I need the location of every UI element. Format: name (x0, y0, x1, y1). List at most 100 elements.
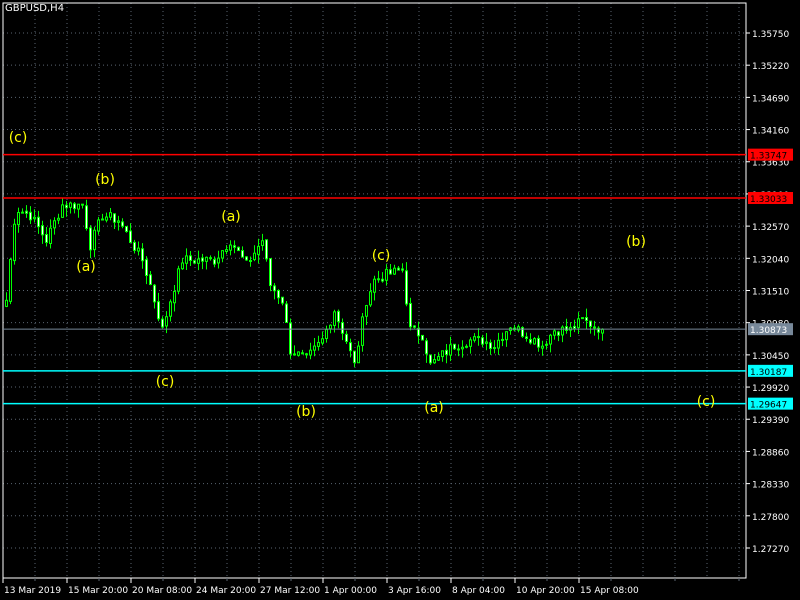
bull-candle (361, 316, 364, 346)
bull-candle (57, 217, 60, 221)
bull-candle (13, 223, 16, 262)
bear-candle (193, 260, 196, 264)
bull-candle (261, 240, 264, 247)
bear-candle (293, 353, 296, 356)
y-tick-label: 1.35220 (752, 62, 789, 72)
bull-candle (533, 338, 536, 345)
bull-candle (313, 345, 316, 351)
bull-candle (137, 247, 140, 252)
bear-candle (581, 317, 584, 320)
bull-candle (217, 257, 220, 264)
bear-candle (377, 278, 380, 281)
bear-candle (233, 245, 236, 248)
resistance-1-label: 1.33747 (750, 152, 787, 162)
chart-window[interactable]: 1.357501.352201.346901.341601.336301.331… (0, 0, 800, 600)
bear-candle (381, 278, 384, 282)
y-tick-label: 1.27270 (752, 545, 789, 555)
bear-candle (273, 285, 276, 292)
support-2-label: 1.29647 (750, 401, 787, 411)
bear-candle (189, 255, 192, 261)
bear-candle (149, 274, 152, 286)
bear-candle (289, 322, 292, 355)
bear-candle (425, 340, 428, 355)
bear-candle (465, 345, 468, 348)
bull-candle (325, 329, 328, 339)
bull-candle (309, 349, 312, 356)
bull-candle (169, 301, 172, 317)
bear-candle (429, 354, 432, 364)
bear-candle (81, 203, 84, 206)
bull-candle (117, 220, 120, 223)
bull-candle (553, 330, 556, 336)
bull-candle (21, 211, 24, 214)
bull-candle (321, 338, 324, 344)
bull-candle (33, 216, 36, 220)
bear-candle (129, 230, 132, 243)
bear-candle (413, 325, 416, 328)
bear-candle (73, 203, 76, 210)
y-tick-label: 1.29390 (752, 416, 789, 426)
bear-candle (489, 342, 492, 349)
x-tick-label: 13 Mar 2019 (4, 586, 61, 596)
y-tick-label: 1.30450 (752, 352, 789, 362)
bull-candle (197, 258, 200, 264)
bear-candle (41, 225, 44, 236)
bull-candle (357, 345, 360, 364)
bear-candle (161, 318, 164, 328)
bull-candle (257, 245, 260, 255)
bull-candle (549, 334, 552, 345)
wave-label: (c) (9, 130, 28, 146)
bull-candle (105, 216, 108, 221)
wave-label: (c) (372, 248, 391, 264)
bear-candle (37, 216, 40, 228)
bull-candle (545, 343, 548, 346)
bear-candle (445, 349, 448, 356)
x-tick-label: 1 Apr 00:00 (324, 586, 377, 596)
bear-candle (573, 325, 576, 330)
bear-candle (277, 290, 280, 299)
bull-candle (205, 256, 208, 262)
price-chart[interactable]: 1.357501.352201.346901.341601.336301.331… (0, 0, 800, 600)
bear-candle (281, 296, 284, 304)
bear-candle (45, 234, 48, 243)
bull-candle (229, 244, 232, 251)
x-tick-label: 3 Apr 16:00 (388, 586, 441, 596)
bull-candle (485, 341, 488, 344)
bear-candle (245, 256, 248, 261)
bull-candle (53, 220, 56, 229)
bull-candle (61, 204, 64, 218)
y-tick-label: 1.32570 (752, 223, 789, 233)
y-tick-label: 1.28330 (752, 481, 789, 491)
x-tick-label: 24 Mar 20:00 (196, 586, 256, 596)
bear-candle (125, 225, 128, 233)
wave-label: (b) (626, 234, 646, 250)
bull-candle (5, 299, 8, 307)
bull-candle (109, 212, 112, 218)
wave-label: (a) (424, 400, 444, 416)
bull-candle (253, 252, 256, 261)
bull-candle (505, 331, 508, 341)
x-tick-label: 10 Apr 20:00 (516, 586, 575, 596)
y-tick-label: 1.32040 (752, 255, 789, 265)
bull-candle (457, 348, 460, 351)
bull-candle (329, 324, 332, 330)
bear-candle (29, 211, 32, 221)
y-tick-label: 1.34690 (752, 94, 789, 104)
bear-candle (285, 303, 288, 323)
bear-candle (65, 204, 68, 209)
wave-label: (a) (221, 209, 241, 225)
bear-candle (85, 205, 88, 229)
current-price-label: 1.30873 (750, 326, 787, 336)
bull-candle (541, 345, 544, 349)
bull-candle (9, 258, 12, 302)
x-tick-label: 27 Mar 12:00 (260, 586, 320, 596)
bull-candle (577, 318, 580, 329)
bull-candle (385, 268, 388, 281)
bull-candle (369, 291, 372, 306)
bull-candle (69, 202, 72, 208)
bull-candle (393, 267, 396, 275)
chart-title: GBPUSD,H4 (5, 3, 65, 14)
bear-candle (349, 342, 352, 352)
y-tick-label: 1.27800 (752, 513, 789, 523)
y-tick-label: 1.35750 (752, 30, 789, 40)
